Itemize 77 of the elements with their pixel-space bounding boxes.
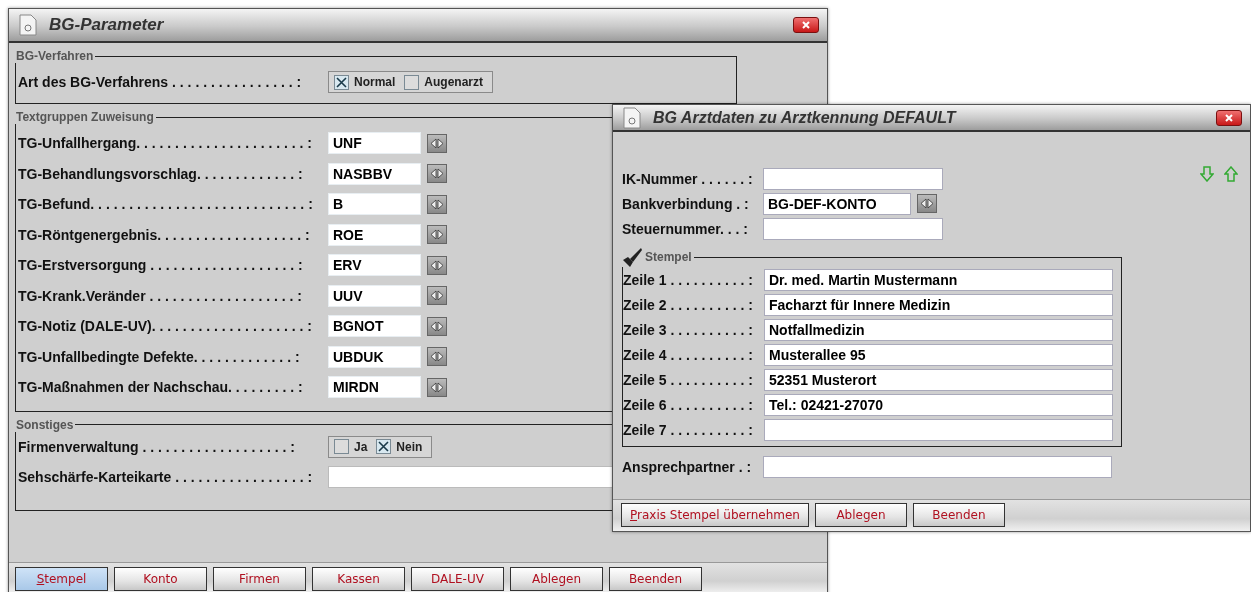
input-field[interactable]: ERV	[328, 254, 421, 277]
field-label: TG-Unfallbedingte Defekte. . . . . . . . . . . . . :	[18, 348, 301, 365]
field-label: Bankverbindung . :	[622, 195, 750, 212]
field-label: TG-Erstversorgung . . . . . . . . . . . . . . . . . . . :	[18, 257, 304, 274]
field-label: Zeile 4 . . . . . . . . . . :	[623, 346, 754, 363]
dialog-button[interactable]: Ablegen	[814, 503, 907, 527]
left-right-icon[interactable]	[920, 198, 934, 209]
input-field[interactable]	[763, 167, 943, 190]
field-label: Zeile 7 . . . . . . . . . . :	[623, 421, 754, 438]
field-label: TG-Röntgenergebnis. . . . . . . . . . . . . . . . . . . :	[18, 226, 311, 243]
field-label: Zeile 5 . . . . . . . . . . :	[623, 371, 754, 388]
field-label: Sehschärfe-Karteikarte . . . . . . . . . . . . . . . . . :	[18, 468, 314, 485]
input-field[interactable]: Musterallee 95	[764, 343, 1113, 366]
field-label: Art des BG-Verfahrens . . . . . . . . . . . . . . . . :	[18, 74, 303, 90]
toolbar-button[interactable]: Firmen	[213, 567, 306, 591]
input-field[interactable]: Notfallmedizin	[764, 318, 1113, 341]
field-label: TG-Behandlungsvorschlag. . . . . . . . . . . . . :	[18, 165, 304, 182]
input-field[interactable]: ROE	[328, 223, 421, 246]
checkbox-label: Augenarzt	[424, 75, 483, 89]
input-field[interactable]: BGNOT	[328, 315, 421, 338]
checkbox[interactable]	[334, 439, 349, 454]
field-label: Firmenverwaltung . . . . . . . . . . . . . . . . . . . :	[18, 438, 296, 455]
checkbox[interactable]	[334, 74, 349, 90]
checkbox[interactable]	[404, 74, 420, 90]
toolbar-button[interactable]: Beenden	[609, 567, 702, 591]
field-label: TG-Notiz (DALE-UV). . . . . . . . . . . . . . . . . . . . :	[18, 318, 313, 335]
input-field[interactable]	[764, 418, 1113, 441]
section-title: BG-Verfahren	[15, 49, 95, 63]
checkbox[interactable]	[376, 439, 392, 454]
field-label: Zeile 3 . . . . . . . . . . :	[623, 321, 754, 338]
toolbar-button[interactable]: Stempel	[15, 567, 108, 591]
input-field[interactable]: UUV	[328, 284, 421, 307]
toolbar-button[interactable]: Ablegen	[510, 567, 603, 591]
close-button[interactable]	[1216, 109, 1242, 126]
field-label: Zeile 1 . . . . . . . . . . :	[623, 271, 754, 288]
toolbar-button[interactable]: DALE-UV	[411, 567, 504, 591]
input-field[interactable]: UBDUK	[328, 345, 421, 368]
dialog-button[interactable]: Beenden	[912, 503, 1005, 527]
close-icon[interactable]	[801, 20, 811, 30]
window-title: BG Arztdaten zu Arztkennung DEFAULT	[653, 108, 958, 127]
checkbox-label: Normal	[354, 75, 396, 89]
input-field[interactable]: 52351 Musterort	[764, 368, 1113, 391]
field-label: TG-Maßnahmen der Nachschau. . . . . . . . . :	[18, 379, 304, 396]
input-field[interactable]	[763, 217, 943, 240]
field-label: IK-Nummer . . . . . . :	[622, 170, 754, 187]
dialog-button[interactable]: Praxis Stempel übernehmen	[621, 503, 809, 527]
close-icon[interactable]	[1224, 112, 1234, 123]
checkbox-label: Nein	[396, 439, 423, 454]
section-title: Textgruppen Zuweisung	[15, 110, 155, 124]
field-label: Zeile 2 . . . . . . . . . . :	[623, 296, 754, 313]
field-label: Zeile 6 . . . . . . . . . . :	[623, 396, 754, 413]
field-label: Steuernummer. . . :	[622, 220, 750, 237]
input-field[interactable]: MIRDN	[328, 376, 421, 399]
input-field[interactable]: Dr. med. Martin Mustermann	[764, 268, 1113, 291]
input-field[interactable]: NASBBV	[328, 162, 421, 185]
window-title: BG-Parameter	[49, 15, 165, 35]
document-icon	[19, 14, 37, 36]
input-field[interactable]: BG-DEF-KONTO	[763, 192, 911, 215]
input-field[interactable]	[763, 456, 1112, 478]
section-title: Stempel	[645, 250, 692, 264]
input-field[interactable]: Facharzt für Innere Medizin	[764, 293, 1113, 316]
input-field[interactable]: B	[328, 193, 421, 216]
checkbox-label: Ja	[354, 439, 368, 454]
field-label: Ansprechpartner . :	[622, 459, 753, 475]
field-label: TG-Befund. . . . . . . . . . . . . . . . . . . . . . . . . . . . :	[18, 196, 314, 213]
toolbar-button[interactable]: Konto	[114, 567, 207, 591]
field-label: TG-Unfallhergang. . . . . . . . . . . . . . . . . . . . . . :	[18, 135, 314, 152]
stamp-icon	[621, 247, 643, 267]
close-button[interactable]	[793, 17, 819, 33]
input-field[interactable]: UNF	[328, 132, 421, 155]
lookup-button[interactable]	[917, 194, 937, 213]
input-field[interactable]	[328, 465, 613, 488]
toolbar-button[interactable]: Kassen	[312, 567, 405, 591]
section-title: Sonstiges	[15, 417, 75, 432]
input-field[interactable]: Tel.: 02421-27070	[764, 393, 1113, 416]
field-label: TG-Krank.Veränder . . . . . . . . . . . . . . . . . . . :	[18, 287, 303, 304]
document-icon	[623, 106, 641, 129]
